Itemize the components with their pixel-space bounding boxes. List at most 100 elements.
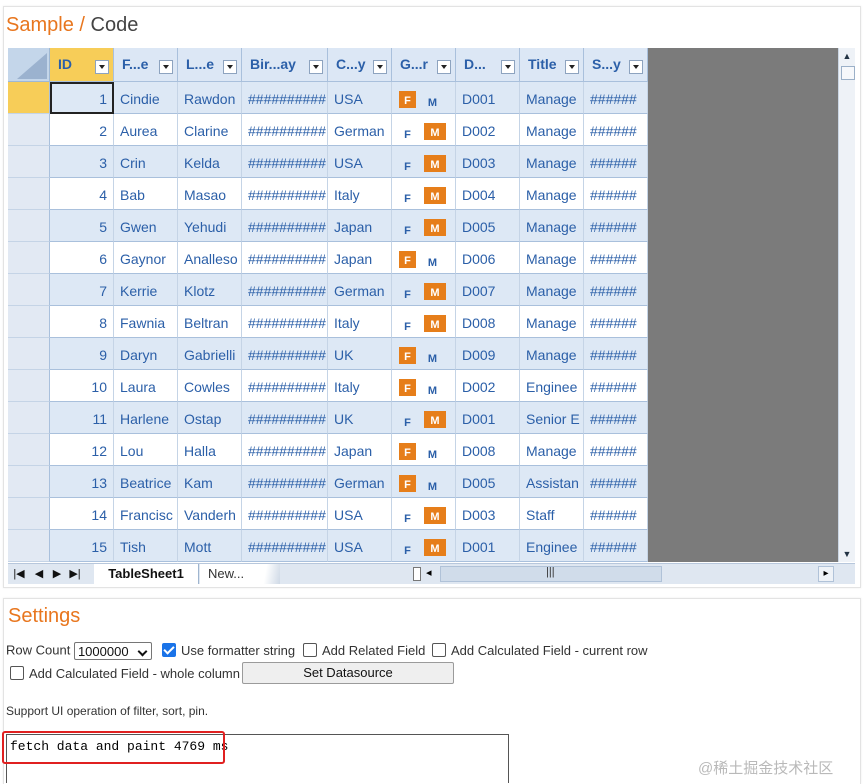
scroll-down-icon[interactable]: ▼ <box>839 546 855 562</box>
row-header[interactable] <box>8 434 50 466</box>
table-row[interactable]: 3 Crin Kelda ########## USA F M D003 Manage #####… <box>50 146 648 178</box>
filter-dropdown-icon[interactable] <box>309 60 323 74</box>
cell-salary[interactable]: ###### <box>584 114 648 146</box>
cell-country[interactable]: German <box>328 466 392 498</box>
gender-female-icon[interactable]: F <box>399 443 416 460</box>
cell-gender[interactable]: FM <box>392 434 456 466</box>
cell-gender[interactable]: FM <box>392 402 456 434</box>
cell-dept[interactable]: D004 <box>456 178 520 210</box>
cell-first[interactable]: Gaynor <box>114 242 178 274</box>
gender-female-icon[interactable]: F <box>399 125 416 142</box>
table-row[interactable]: 2 Aurea Clarine ########## German F M D002 Manag… <box>50 114 648 146</box>
cell-gender[interactable]: FM <box>392 242 456 274</box>
cell-title[interactable]: Manage <box>520 210 584 242</box>
table-row[interactable]: 9 Daryn Gabrielli ########## UK F M D009 Manage #… <box>50 338 648 370</box>
cell-birthday[interactable]: ########## <box>242 178 328 210</box>
filter-dropdown-icon[interactable] <box>223 60 237 74</box>
cell-id[interactable]: 14 <box>50 498 114 530</box>
filter-dropdown-icon[interactable] <box>501 60 515 74</box>
cell-salary[interactable]: ###### <box>584 466 648 498</box>
row-header[interactable] <box>8 306 50 338</box>
gender-male-icon[interactable]: M <box>424 445 441 462</box>
gender-male-icon[interactable]: M <box>424 93 441 110</box>
row-header[interactable] <box>8 242 50 274</box>
cell-country[interactable]: USA <box>328 530 392 562</box>
vertical-scrollbar[interactable]: ▲ ▼ <box>838 48 855 562</box>
cell-title[interactable]: Manage <box>520 274 584 306</box>
cell-id[interactable]: 12 <box>50 434 114 466</box>
cell-country[interactable]: Italy <box>328 178 392 210</box>
cell-last[interactable]: Kam <box>178 466 242 498</box>
row-header[interactable] <box>8 402 50 434</box>
next-sheet-icon[interactable]: ▶ <box>50 566 64 582</box>
cell-first[interactable]: Fawnia <box>114 306 178 338</box>
column-header[interactable]: S...y <box>584 48 648 82</box>
row-header[interactable] <box>8 178 50 210</box>
cell-first[interactable]: Laura <box>114 370 178 402</box>
cell-last[interactable]: Halla <box>178 434 242 466</box>
tab-tablesheet1[interactable]: TableSheet1 <box>94 564 199 584</box>
cell-country[interactable]: UK <box>328 402 392 434</box>
cell-last[interactable]: Kelda <box>178 146 242 178</box>
gender-male-icon[interactable]: M <box>424 381 441 398</box>
row-header[interactable] <box>8 498 50 530</box>
cell-last[interactable]: Vanderh <box>178 498 242 530</box>
cell-birthday[interactable]: ########## <box>242 306 328 338</box>
cell-gender[interactable]: FM <box>392 306 456 338</box>
cell-country[interactable]: German <box>328 114 392 146</box>
gender-male-icon[interactable]: M <box>424 253 441 270</box>
cell-title[interactable]: Enginee <box>520 370 584 402</box>
cell-last[interactable]: Ostap <box>178 402 242 434</box>
gender-male-icon[interactable]: M <box>424 219 446 236</box>
gender-female-icon[interactable]: F <box>399 317 416 334</box>
gender-female-icon[interactable]: F <box>399 189 416 206</box>
cell-country[interactable]: USA <box>328 146 392 178</box>
cell-gender[interactable]: FM <box>392 466 456 498</box>
cell-country[interactable]: Italy <box>328 306 392 338</box>
gender-male-icon[interactable]: M <box>424 477 441 494</box>
table-row[interactable]: 12 Lou Halla ########## Japan F M D008 Manage ###… <box>50 434 648 466</box>
cell-salary[interactable]: ###### <box>584 402 648 434</box>
cell-id[interactable]: 7 <box>50 274 114 306</box>
scroll-grip-icon[interactable]: ||| <box>546 566 555 578</box>
column-header[interactable]: F...e <box>114 48 178 82</box>
gender-male-icon[interactable]: M <box>424 349 441 366</box>
cell-salary[interactable]: ###### <box>584 338 648 370</box>
cell-birthday[interactable]: ########## <box>242 114 328 146</box>
last-sheet-icon[interactable]: ▶| <box>68 566 82 582</box>
row-header[interactable] <box>8 82 50 114</box>
column-header[interactable]: D... <box>456 48 520 82</box>
table-row[interactable]: 10 Laura Cowles ########## Italy F M D002 Engine… <box>50 370 648 402</box>
cell-last[interactable]: Rawdon <box>178 82 242 114</box>
cell-country[interactable]: Japan <box>328 242 392 274</box>
cell-salary[interactable]: ###### <box>584 498 648 530</box>
cell-title[interactable]: Manage <box>520 146 584 178</box>
cell-title[interactable]: Assistan <box>520 466 584 498</box>
cell-last[interactable]: Analleso <box>178 242 242 274</box>
cell-salary[interactable]: ###### <box>584 306 648 338</box>
cell-birthday[interactable]: ########## <box>242 146 328 178</box>
first-sheet-icon[interactable]: |◀ <box>12 566 26 582</box>
cell-first[interactable]: Francisc <box>114 498 178 530</box>
add-calc-current-checkbox[interactable] <box>432 643 446 657</box>
cell-dept[interactable]: D002 <box>456 370 520 402</box>
cell-birthday[interactable]: ########## <box>242 434 328 466</box>
select-all-corner[interactable] <box>8 48 50 82</box>
cell-country[interactable]: Japan <box>328 434 392 466</box>
filter-dropdown-icon[interactable] <box>159 60 173 74</box>
cell-first[interactable]: Cindie <box>114 82 178 114</box>
table-row[interactable]: 4 Bab Masao ########## Italy F M D004 Manage ####… <box>50 178 648 210</box>
cell-salary[interactable]: ###### <box>584 370 648 402</box>
cell-country[interactable]: USA <box>328 498 392 530</box>
cell-dept[interactable]: D001 <box>456 402 520 434</box>
add-calc-column-checkbox[interactable] <box>10 666 24 680</box>
add-calc-current-option[interactable]: Add Calculated Field - current row <box>432 643 648 658</box>
cell-id[interactable]: 11 <box>50 402 114 434</box>
cell-birthday[interactable]: ########## <box>242 210 328 242</box>
cell-salary[interactable]: ###### <box>584 82 648 114</box>
cell-salary[interactable]: ###### <box>584 146 648 178</box>
gender-male-icon[interactable]: M <box>424 155 446 172</box>
scroll-left-icon[interactable]: ◂ <box>426 566 432 579</box>
cell-first[interactable]: Bab <box>114 178 178 210</box>
cell-id[interactable]: 4 <box>50 178 114 210</box>
